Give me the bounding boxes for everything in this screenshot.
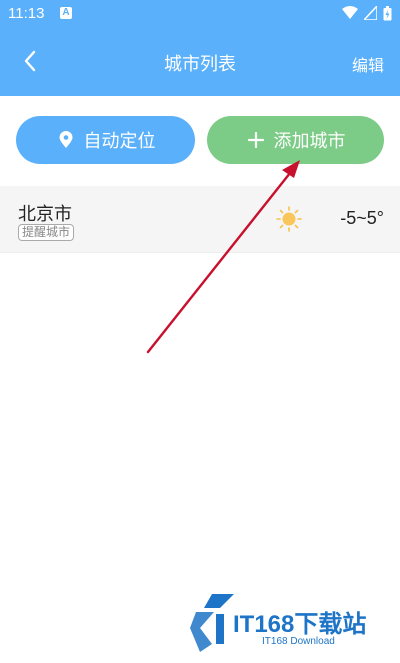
location-pin-icon <box>56 130 76 150</box>
edit-button[interactable]: 编辑 <box>352 52 384 76</box>
temperature-range: -5~5° <box>340 208 384 228</box>
watermark-subtext: IT168 Download <box>262 636 335 647</box>
plus-icon <box>246 130 266 150</box>
city-name: 北京市 <box>18 204 72 225</box>
annotation-arrow <box>146 160 300 354</box>
app-header: 11:13 A 城市列表 编辑 <box>0 0 400 96</box>
status-bar: 11:13 A <box>0 0 400 28</box>
page-title: 城市列表 <box>164 54 236 75</box>
battery-icon <box>383 5 392 20</box>
wifi-icon <box>342 6 358 19</box>
reminder-city-badge: 提醒城市 <box>18 224 75 241</box>
status-time: 11:13 <box>8 5 45 22</box>
add-city-button[interactable]: 添加城市 <box>207 116 384 164</box>
signal-icon <box>364 6 377 20</box>
auto-locate-button[interactable]: 自动定位 <box>16 116 195 164</box>
watermark-text: IT168下载站 <box>233 611 367 638</box>
sun-icon <box>276 206 302 232</box>
auto-locate-label: 自动定位 <box>83 131 156 152</box>
status-icons <box>342 5 392 21</box>
add-city-label: 添加城市 <box>273 131 346 152</box>
notification-letter: A <box>62 7 70 18</box>
notification-icon: A <box>60 7 72 19</box>
